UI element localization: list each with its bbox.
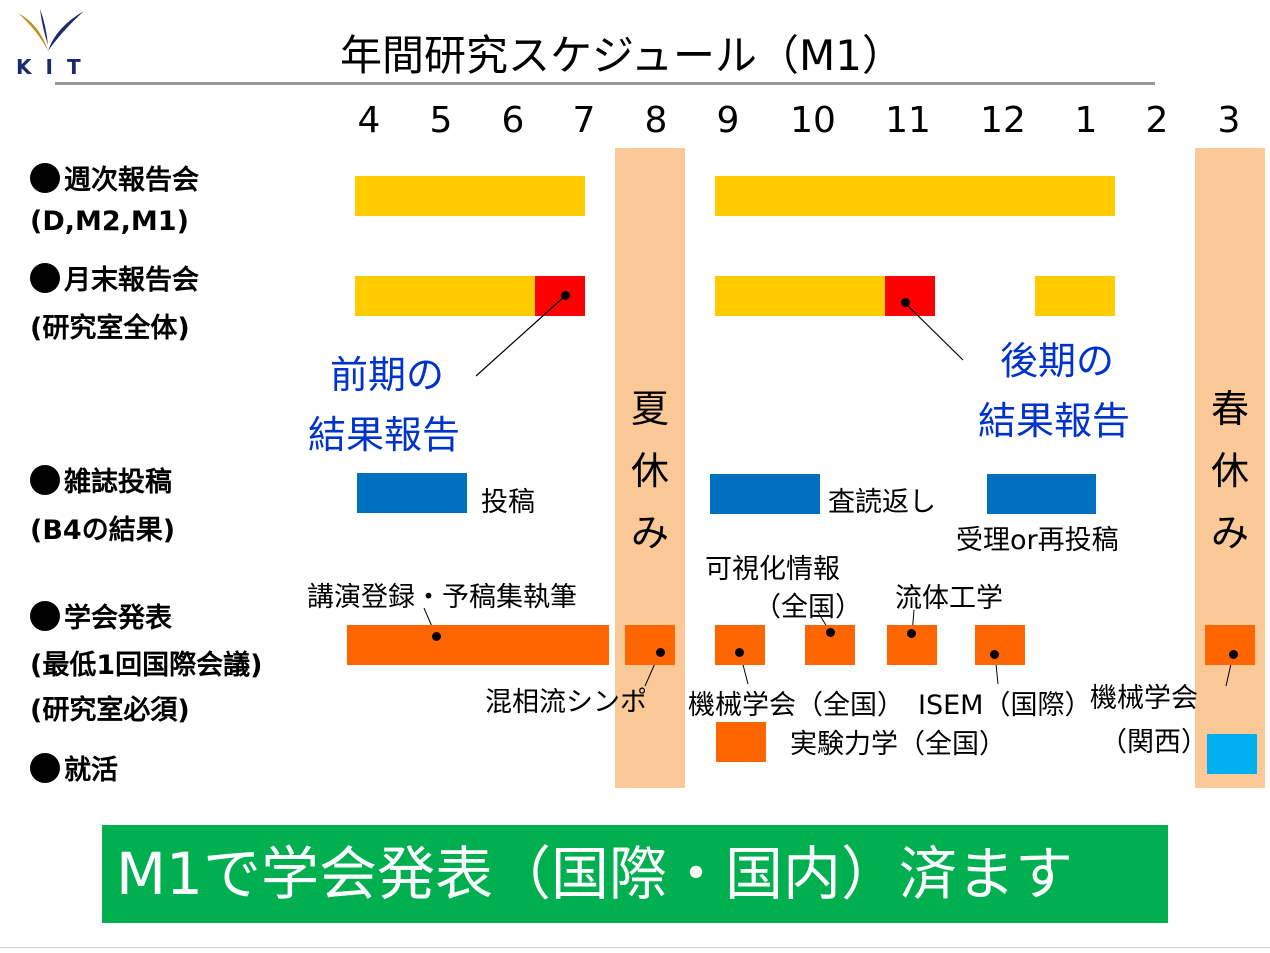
summary-banner: M1で学会発表（国際・国内）済ます [102,825,1168,923]
journal-reply-label: 査読返し [828,487,936,518]
journal-bar [357,473,467,513]
conference-bar [625,625,675,665]
conference-marker [656,648,665,657]
visualization-label: （全国） [754,592,862,623]
first-half-result-label: 前期の [330,353,445,397]
isem-label: ISEM（国際） [918,690,1092,721]
journal-accept-label: 受理or再投稿 [956,525,1119,556]
fluid-engineering-label: 流体工学 [895,583,1003,614]
conference-bar [347,625,609,665]
conference-marker [1229,650,1238,659]
journal-bar [987,474,1096,514]
conference-registration-label: 講演登録・予稿集執筆 [307,582,577,613]
conference-marker [432,632,441,641]
conference-bar [975,625,1025,665]
second-half-result-label: 結果報告 [978,399,1131,443]
jobhunt-bar [1207,734,1257,774]
jsme-national-label: 機械学会（全国） [688,690,904,721]
conference-bar [716,722,766,762]
journal-submit-label: 投稿 [481,487,535,518]
conference-bar [1205,625,1255,665]
experimental-mechanics-label: 実験力学（全国） [790,729,1006,760]
visualization-label: 可視化情報 [705,554,840,585]
conference-marker [826,628,835,637]
second-half-result-label: 後期の [1000,339,1115,383]
first-half-result-label: 結果報告 [308,413,461,457]
jsme-kansai-label: 機械学会 [1090,683,1198,714]
conference-marker [735,648,744,657]
journal-bar [710,474,820,514]
footer-divider [0,947,1270,948]
conference-marker [907,629,916,638]
result-marker [901,298,910,307]
mixed-flow-symposium-label: 混相流シンポ [485,687,647,718]
conference-bar [715,625,765,665]
jsme-kansai-label: （関西） [1100,727,1208,758]
result-marker [561,291,570,300]
conference-marker [990,650,999,659]
